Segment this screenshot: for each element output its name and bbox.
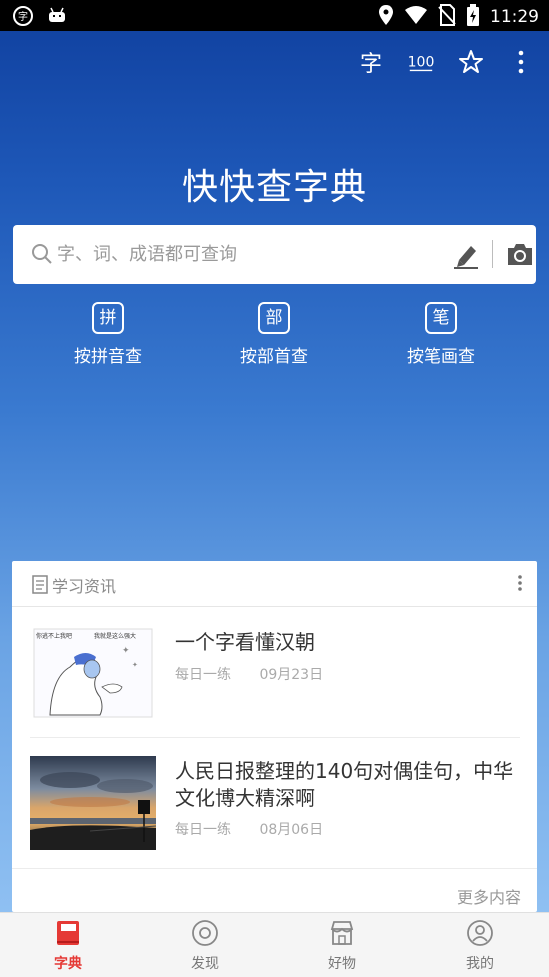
pinyin-badge: 拼 xyxy=(92,302,124,334)
svg-text:你逃不上我吧: 你逃不上我吧 xyxy=(36,632,72,640)
news-date: 08月06日 xyxy=(259,822,324,838)
camera-icon[interactable] xyxy=(505,241,535,271)
news-meta: 每日一练 08月06日 xyxy=(175,819,323,839)
svg-text:✦: ✦ xyxy=(122,646,130,656)
status-bar: 字 11:29 xyxy=(0,0,549,31)
dictionary-icon xyxy=(54,921,82,951)
document-icon xyxy=(32,575,48,598)
tab-label: 发现 xyxy=(191,956,219,972)
tab-discover[interactable]: 发现 xyxy=(165,919,245,973)
location-icon xyxy=(378,4,394,30)
search-divider xyxy=(492,240,493,268)
bottom-tab-bar: 字典 发现 好物 我的 xyxy=(0,912,549,977)
shop-icon xyxy=(328,921,356,951)
search-bar[interactable] xyxy=(13,225,536,284)
stroke-badge: 笔 xyxy=(425,302,457,334)
card-title: 学习资讯 xyxy=(52,577,117,596)
handwriting-icon[interactable] xyxy=(451,240,481,274)
stroke-label: 按笔画查 xyxy=(407,347,475,367)
top-toolbar: 字 100 xyxy=(357,48,535,77)
news-title[interactable]: 一个字看懂汉朝 xyxy=(175,629,525,656)
card-header: 学习资讯 xyxy=(12,561,537,607)
profile-icon xyxy=(466,920,494,951)
no-sim-icon xyxy=(438,4,456,30)
pinyin-label: 按拼音查 xyxy=(74,347,142,367)
news-title[interactable]: 人民日报整理的140句对偶佳句，中华文化博大精深啊 xyxy=(175,758,525,812)
news-thumbnail xyxy=(30,756,157,850)
radical-badge: 部 xyxy=(258,302,290,334)
android-icon xyxy=(46,5,68,31)
tab-label: 我的 xyxy=(466,956,494,972)
svg-text:我就是这么强大: 我就是这么强大 xyxy=(94,632,136,640)
news-date: 09月23日 xyxy=(259,667,324,683)
tab-goods[interactable]: 好物 xyxy=(302,919,382,973)
svg-text:100: 100 xyxy=(408,55,435,71)
more-content-link[interactable]: 更多内容 xyxy=(457,884,521,908)
news-item[interactable]: 人民日报整理的140句对偶佳句，中华文化博大精深啊 每日一练 08月06日 xyxy=(30,756,520,852)
svg-text:✦: ✦ xyxy=(132,661,138,669)
tab-dictionary[interactable]: 字典 xyxy=(28,919,108,973)
star-icon[interactable] xyxy=(457,48,485,76)
search-input[interactable] xyxy=(57,239,427,269)
news-category: 每日一练 xyxy=(175,667,231,683)
radical-label: 按部首查 xyxy=(240,347,308,367)
card-more-icon[interactable] xyxy=(517,574,523,596)
card-footer-divider xyxy=(12,868,537,869)
news-thumbnail: 你逃不上我吧 我就是这么强大 ✦ ✦ xyxy=(30,627,156,721)
search-icon xyxy=(31,243,53,269)
stroke-mode-button[interactable]: 笔 按笔画查 xyxy=(381,302,501,367)
status-time: 11:29 xyxy=(490,7,539,27)
pinyin-mode-button[interactable]: 拼 按拼音查 xyxy=(48,302,168,367)
app-title: 快快查字典 xyxy=(181,167,367,208)
battery-icon xyxy=(466,4,480,30)
hundred-icon[interactable]: 100 xyxy=(407,48,435,76)
news-category: 每日一练 xyxy=(175,822,231,838)
more-vert-icon[interactable] xyxy=(507,48,535,76)
svg-text:字: 字 xyxy=(18,10,28,23)
news-card: 学习资讯 你逃不上我吧 我就是这么强大 ✦ ✦ 一个字看懂汉朝 每日一练 09月… xyxy=(12,561,537,912)
news-item[interactable]: 你逃不上我吧 我就是这么强大 ✦ ✦ 一个字看懂汉朝 每日一练 09月23日 xyxy=(30,627,520,723)
app-icon: 字 xyxy=(12,5,34,31)
news-meta: 每日一练 09月23日 xyxy=(175,664,323,684)
tab-label: 字典 xyxy=(54,956,82,972)
zi-icon[interactable]: 字 xyxy=(357,48,385,77)
tab-mine[interactable]: 我的 xyxy=(440,919,520,973)
wifi-icon xyxy=(404,5,428,29)
discover-icon xyxy=(191,920,219,951)
radical-mode-button[interactable]: 部 按部首查 xyxy=(214,302,334,367)
news-divider xyxy=(30,737,520,738)
tab-label: 好物 xyxy=(328,956,356,972)
